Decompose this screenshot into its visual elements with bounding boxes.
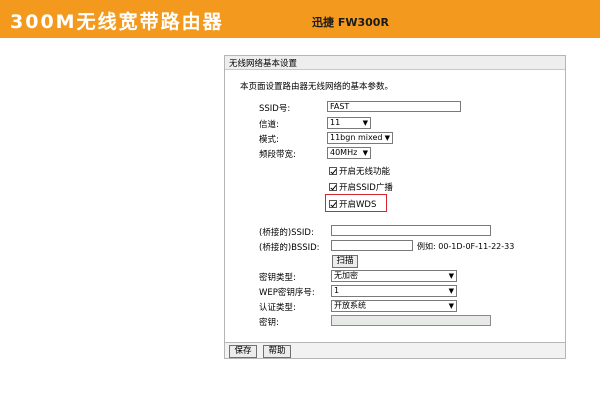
channel-label: 信道: <box>259 120 279 130</box>
enable-ssid-broadcast-checkbox[interactable]: 开启SSID广播 <box>329 181 393 193</box>
key-type-value: 无加密 <box>334 271 358 280</box>
bandwidth-select[interactable]: 40MHz ▼ <box>327 147 371 159</box>
channel-value: 11 <box>330 118 341 127</box>
key-label: 密钥: <box>259 318 279 328</box>
enable-ssid-broadcast-label: 开启SSID广播 <box>339 183 393 193</box>
panel-header: 无线网络基本设置 <box>225 56 565 70</box>
auth-type-label: 认证类型: <box>259 303 296 313</box>
ssid-input[interactable]: FAST <box>327 101 461 112</box>
save-button[interactable]: 保存 <box>229 345 257 358</box>
wep-index-value: 1 <box>334 286 340 295</box>
header-banner: 300M无线宽带路由器 迅捷 FW300R <box>0 0 600 38</box>
dropdown-arrow-icon: ▼ <box>448 302 454 310</box>
dropdown-arrow-icon: ▼ <box>384 134 390 142</box>
wep-index-select[interactable]: 1 ▼ <box>331 285 457 297</box>
bandwidth-label: 频段带宽: <box>259 150 296 160</box>
checkbox-checked-icon <box>329 167 337 175</box>
panel-description: 本页面设置路由器无线网络的基本参数。 <box>240 82 394 92</box>
product-model: 迅捷 FW300R <box>312 16 389 29</box>
mode-value: 11bgn mixed <box>330 133 383 142</box>
checkbox-checked-icon <box>329 200 337 208</box>
enable-wireless-checkbox[interactable]: 开启无线功能 <box>329 165 390 177</box>
wep-index-label: WEP密钥序号: <box>259 288 315 298</box>
help-button[interactable]: 帮助 <box>263 345 291 358</box>
enable-wds-label: 开启WDS <box>339 200 377 210</box>
key-type-label: 密钥类型: <box>259 273 296 283</box>
scan-button[interactable]: 扫描 <box>332 255 358 268</box>
key-input[interactable] <box>331 315 491 326</box>
auth-type-select[interactable]: 开放系统 ▼ <box>331 300 457 312</box>
mode-select[interactable]: 11bgn mixed ▼ <box>327 132 393 144</box>
checkbox-checked-icon <box>329 183 337 191</box>
auth-type-value: 开放系统 <box>334 301 366 310</box>
key-type-select[interactable]: 无加密 ▼ <box>331 270 457 282</box>
bssid-example-text: 例如: 00-1D-0F-11-22-33 <box>417 242 515 251</box>
dropdown-arrow-icon: ▼ <box>362 119 368 127</box>
product-title: 300M无线宽带路由器 <box>10 11 224 33</box>
enable-wds-checkbox[interactable]: 开启WDS <box>329 198 376 210</box>
bridged-bssid-input[interactable] <box>331 240 413 251</box>
channel-select[interactable]: 11 ▼ <box>327 117 371 129</box>
bridged-bssid-label: (桥接的)BSSID: <box>259 243 320 253</box>
footer-bar: 保存 帮助 <box>224 343 566 359</box>
bandwidth-value: 40MHz <box>330 148 358 157</box>
mode-label: 模式: <box>259 135 279 145</box>
bridged-ssid-label: (桥接的)SSID: <box>259 228 314 238</box>
dropdown-arrow-icon: ▼ <box>448 287 454 295</box>
wireless-settings-panel: 无线网络基本设置 本页面设置路由器无线网络的基本参数。 SSID号: FAST … <box>224 55 566 343</box>
bridged-ssid-input[interactable] <box>331 225 491 236</box>
enable-wireless-label: 开启无线功能 <box>339 167 391 177</box>
dropdown-arrow-icon: ▼ <box>362 149 368 157</box>
panel-title: 无线网络基本设置 <box>229 59 298 69</box>
dropdown-arrow-icon: ▼ <box>448 272 454 280</box>
ssid-label: SSID号: <box>259 104 291 114</box>
